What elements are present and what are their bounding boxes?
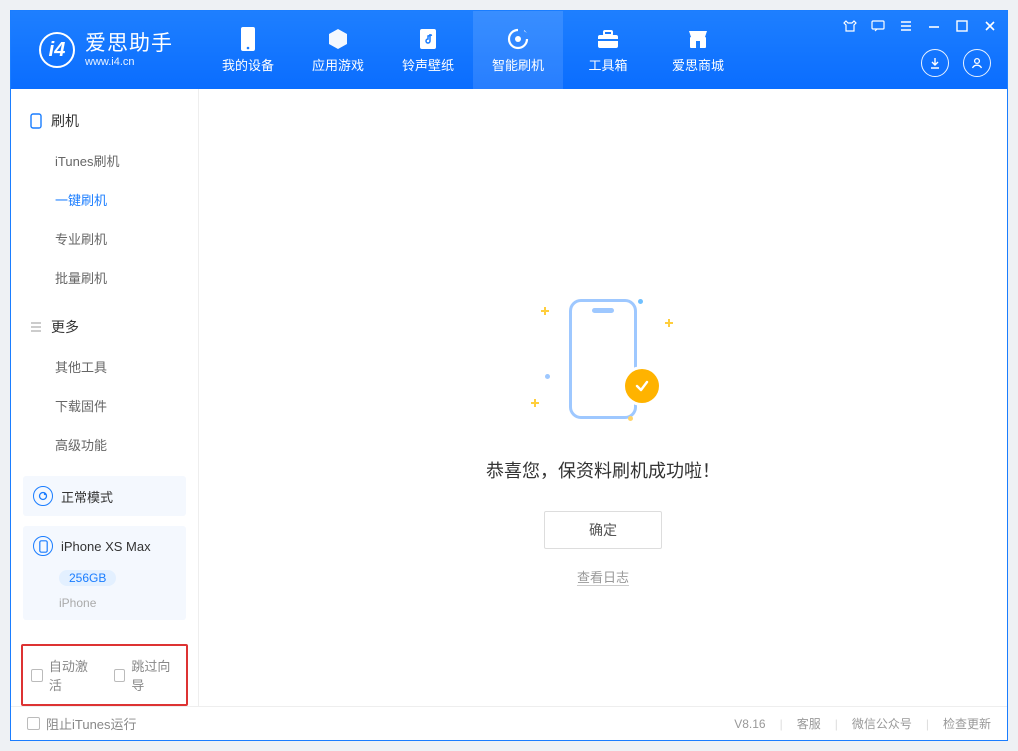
tab-apps-games[interactable]: 应用游戏 <box>293 11 383 89</box>
tab-label: 我的设备 <box>222 55 274 74</box>
check-icon <box>625 369 659 403</box>
checkbox-box <box>31 669 43 682</box>
tab-label: 爱思商城 <box>672 55 724 74</box>
success-illustration <box>533 289 673 429</box>
success-message: 恭喜您，保资料刷机成功啦！ <box>486 457 720 483</box>
title-bar: i4 爱思助手 www.i4.cn 我的设备 应用游戏 铃声壁纸 智能刷机 <box>11 11 1007 89</box>
menu-icon <box>29 320 43 334</box>
dot-icon <box>638 299 643 304</box>
sidebar-item-download-firmware[interactable]: 下载固件 <box>11 386 198 425</box>
tab-toolbox[interactable]: 工具箱 <box>563 11 653 89</box>
mode-icon <box>33 486 53 506</box>
device-name: iPhone XS Max <box>61 539 151 554</box>
footer-link-support[interactable]: 客服 <box>797 715 821 732</box>
maximize-button[interactable] <box>953 17 971 35</box>
footer-link-check-update[interactable]: 检查更新 <box>943 715 991 732</box>
sidebar: 刷机 iTunes刷机 一键刷机 专业刷机 批量刷机 更多 其他工具 下载固件 … <box>11 89 199 706</box>
sparkle-icon <box>541 307 549 315</box>
toolbox-icon <box>596 27 620 51</box>
dot-icon <box>545 374 550 379</box>
window-controls <box>841 17 999 35</box>
group-title: 更多 <box>51 317 79 337</box>
sidebar-item-advanced[interactable]: 高级功能 <box>11 425 198 464</box>
music-icon <box>416 27 440 51</box>
dot-icon <box>628 416 633 421</box>
checkbox-skip-guide[interactable]: 跳过向导 <box>114 656 179 694</box>
app-name: 爱思助手 <box>85 32 173 55</box>
download-button[interactable] <box>921 49 949 77</box>
sparkle-icon <box>531 399 539 407</box>
view-log-link[interactable]: 查看日志 <box>577 567 629 586</box>
skin-icon[interactable] <box>841 17 859 35</box>
tab-label: 铃声壁纸 <box>402 55 454 74</box>
mode-label: 正常模式 <box>61 487 113 506</box>
device-icon <box>236 27 260 51</box>
user-button[interactable] <box>963 49 991 77</box>
checkbox-auto-activate[interactable]: 自动激活 <box>31 656 96 694</box>
group-title: 刷机 <box>51 111 79 131</box>
phone-outline-icon <box>569 299 637 419</box>
device-capacity: 256GB <box>59 570 116 586</box>
tab-my-device[interactable]: 我的设备 <box>203 11 293 89</box>
menu-icon[interactable] <box>897 17 915 35</box>
app-url: www.i4.cn <box>85 56 173 68</box>
mode-panel[interactable]: 正常模式 <box>23 476 186 516</box>
version-label: V8.16 <box>734 717 765 731</box>
phone-flash-icon <box>29 114 43 128</box>
sidebar-item-onekey-flash[interactable]: 一键刷机 <box>11 180 198 219</box>
close-button[interactable] <box>981 17 999 35</box>
tab-ringtones-wallpapers[interactable]: 铃声壁纸 <box>383 11 473 89</box>
sparkle-icon <box>665 319 673 327</box>
tab-label: 应用游戏 <box>312 55 364 74</box>
sidebar-group-more: 更多 <box>11 307 198 347</box>
sidebar-group-flash: 刷机 <box>11 101 198 141</box>
checkbox-box <box>27 717 40 730</box>
checkbox-block-itunes[interactable]: 阻止iTunes运行 <box>27 714 137 733</box>
sidebar-item-itunes-flash[interactable]: iTunes刷机 <box>11 141 198 180</box>
minimize-button[interactable] <box>925 17 943 35</box>
sidebar-item-pro-flash[interactable]: 专业刷机 <box>11 219 198 258</box>
flash-icon <box>506 27 530 51</box>
main-tabs: 我的设备 应用游戏 铃声壁纸 智能刷机 工具箱 爱思商城 <box>203 11 743 89</box>
main-content: 恭喜您，保资料刷机成功啦！ 确定 查看日志 <box>199 89 1007 706</box>
tab-smart-flash[interactable]: 智能刷机 <box>473 11 563 89</box>
highlighted-options: 自动激活 跳过向导 <box>21 644 188 706</box>
cube-icon <box>326 27 350 51</box>
tab-label: 工具箱 <box>588 55 627 74</box>
tab-label: 智能刷机 <box>492 55 544 74</box>
sidebar-item-other-tools[interactable]: 其他工具 <box>11 347 198 386</box>
logo-icon: i4 <box>39 32 75 68</box>
app-logo: i4 爱思助手 www.i4.cn <box>11 11 193 89</box>
header-actions <box>921 49 991 77</box>
footer-link-wechat[interactable]: 微信公众号 <box>852 715 912 732</box>
checkbox-label: 阻止iTunes运行 <box>46 714 137 733</box>
checkbox-box <box>114 669 126 682</box>
store-icon <box>686 27 710 51</box>
device-icon <box>33 536 53 556</box>
checkbox-label: 自动激活 <box>49 656 96 694</box>
device-panel[interactable]: iPhone XS Max 256GB iPhone <box>23 526 186 620</box>
feedback-icon[interactable] <box>869 17 887 35</box>
device-type: iPhone <box>59 596 96 610</box>
status-bar: 阻止iTunes运行 V8.16 | 客服 | 微信公众号 | 检查更新 <box>11 706 1007 740</box>
sidebar-item-batch-flash[interactable]: 批量刷机 <box>11 258 198 297</box>
confirm-button[interactable]: 确定 <box>544 511 662 549</box>
tab-store[interactable]: 爱思商城 <box>653 11 743 89</box>
checkbox-label: 跳过向导 <box>131 656 178 694</box>
